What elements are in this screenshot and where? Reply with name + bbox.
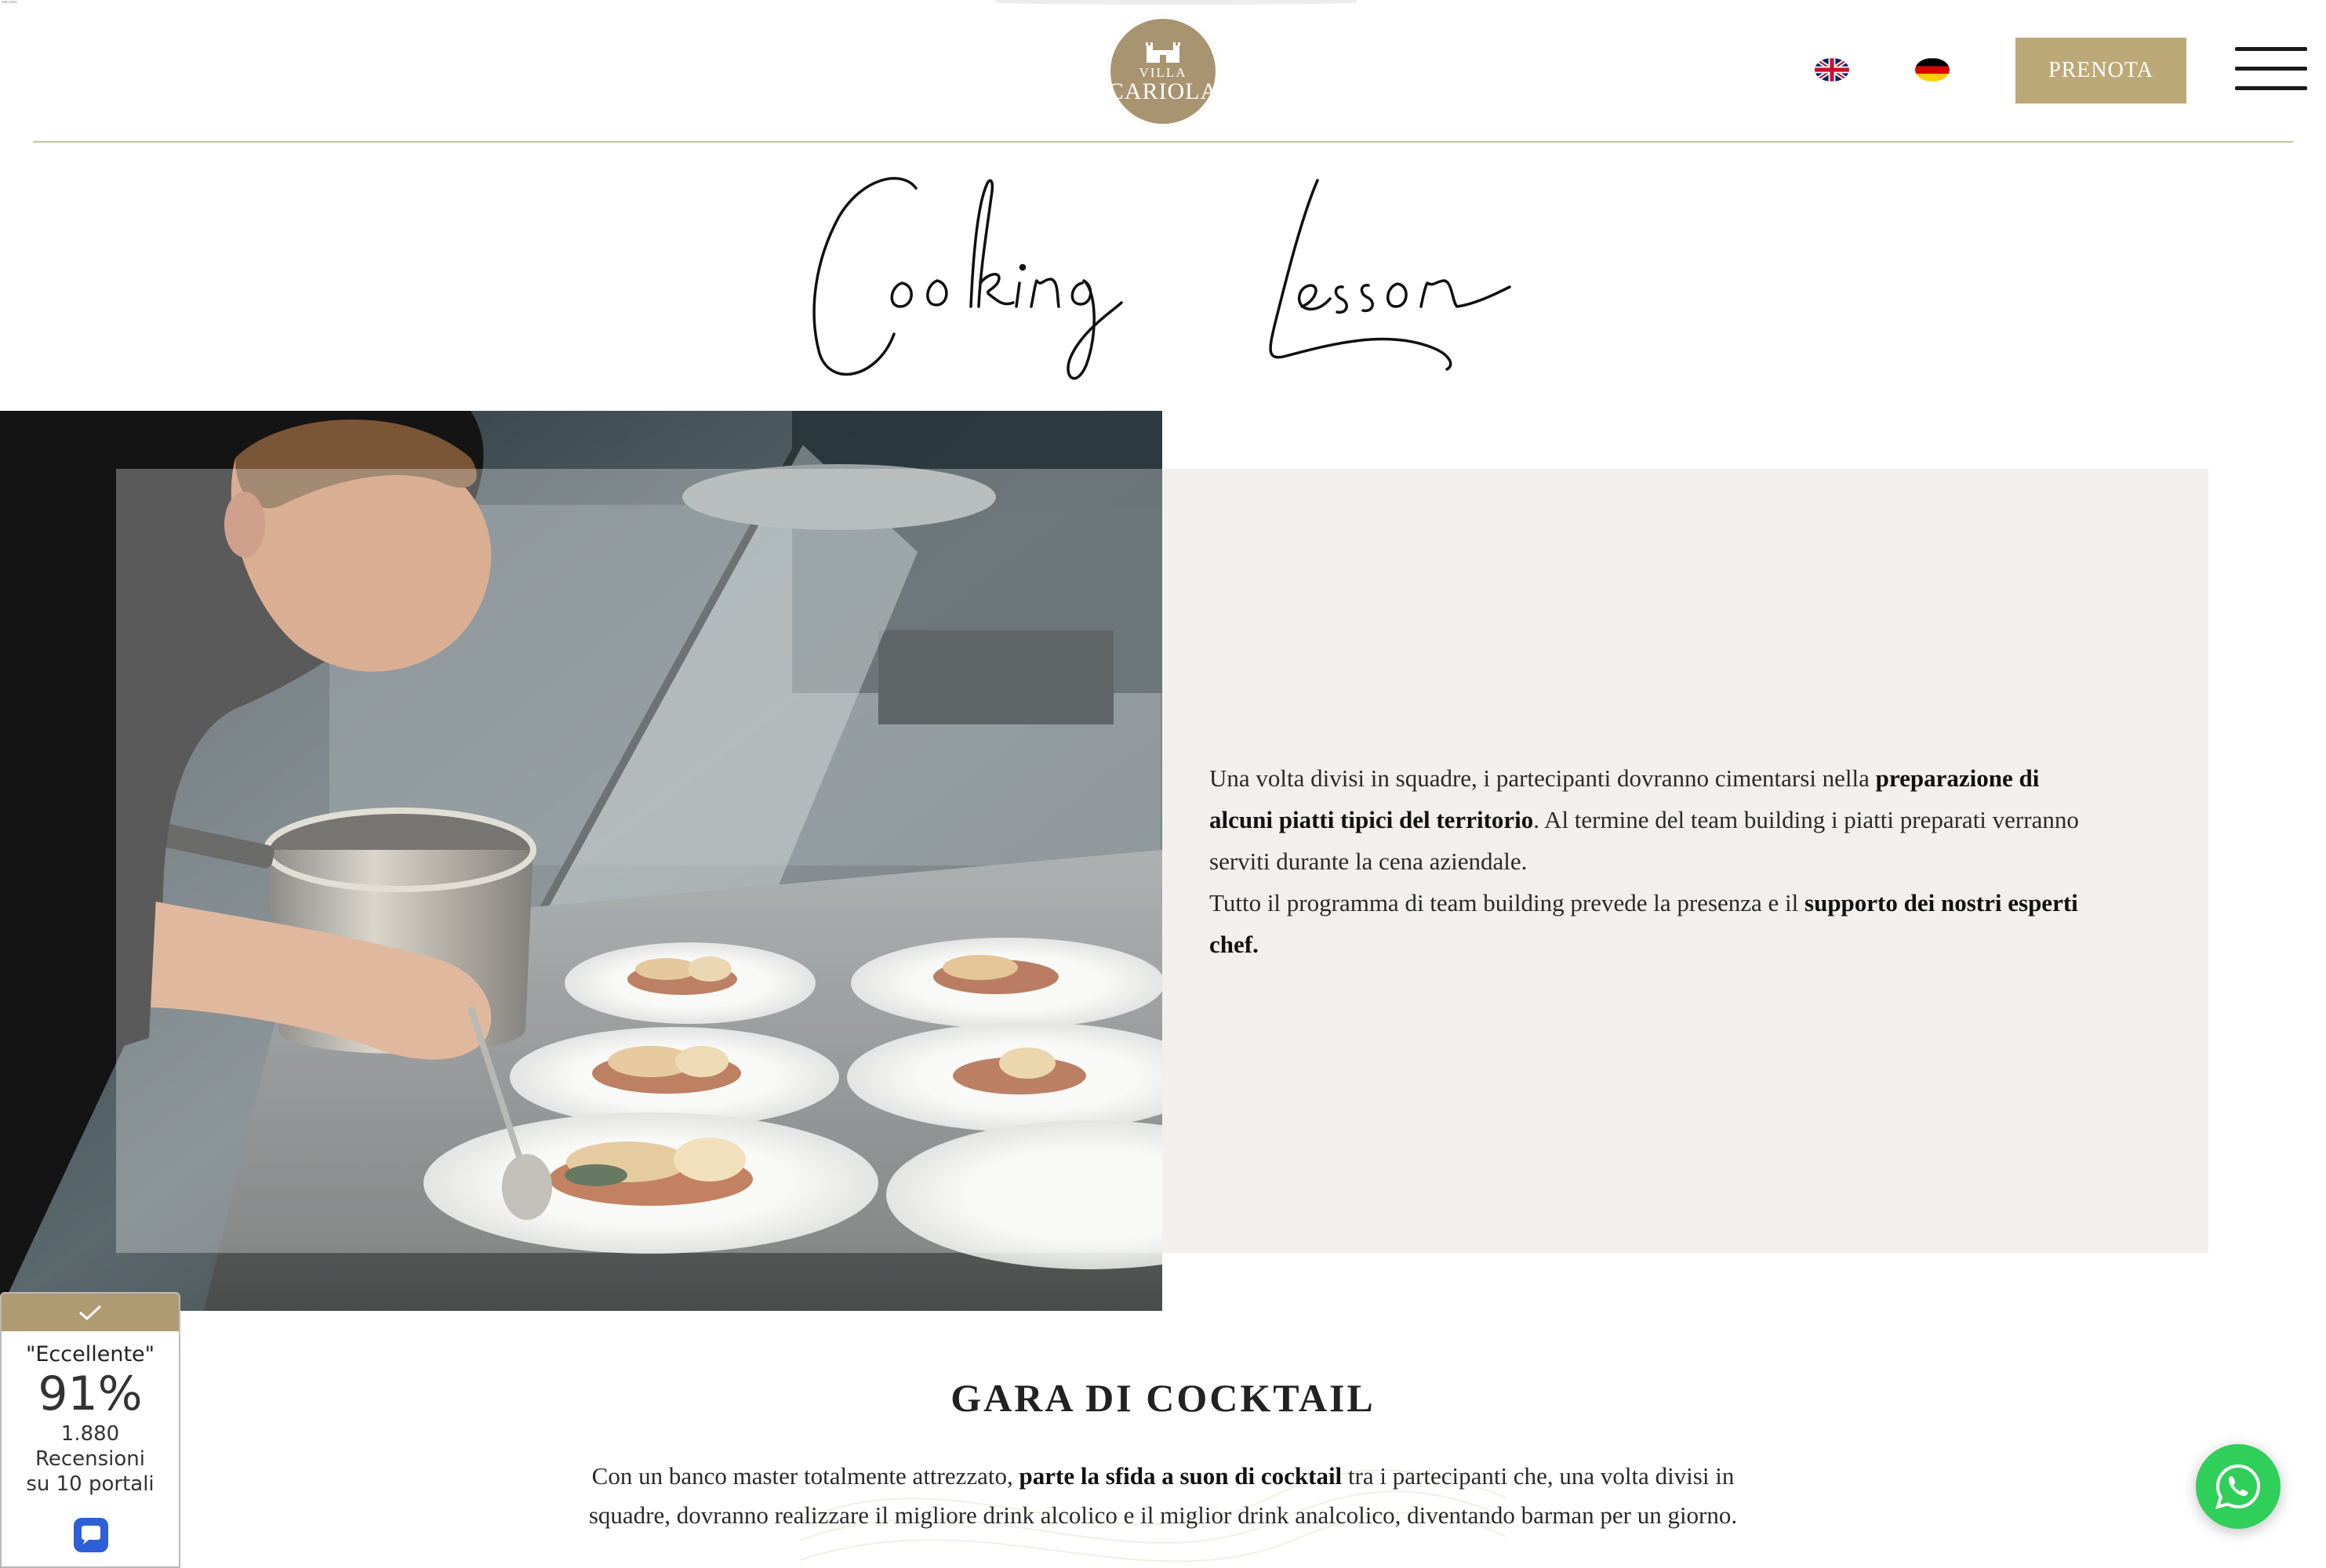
menu-bar (2235, 47, 2307, 51)
villa-cariola-logo[interactable]: VILLA CARIOLA (1107, 16, 1219, 127)
review-badge-widget[interactable]: "Eccellente" 91% 1.880 Recensioni su 10 … (0, 1292, 180, 1568)
review-portals: su 10 portali (26, 1472, 154, 1496)
review-rating-label: "Eccellente" (25, 1342, 155, 1367)
top-fade-decoration (996, 0, 1357, 5)
review-badge-header (2, 1294, 179, 1331)
check-icon (79, 1305, 102, 1321)
prenota-button[interactable]: PRENOTA (2015, 38, 2186, 103)
germany-flag-icon (1915, 58, 1950, 82)
cooking-lesson-info-panel: Una volta divisi in squadre, i partecipa… (1162, 469, 2208, 1253)
uk-flag-icon (1815, 58, 1849, 82)
review-score: 91% (38, 1367, 143, 1421)
cooking-lesson-description: Una volta divisi in squadre, i partecipa… (1209, 757, 2103, 965)
site-header: VILLA CARIOLA PRENOTA (0, 0, 2326, 143)
review-count-label: Recensioni (35, 1447, 146, 1471)
language-en-button[interactable] (1815, 58, 1849, 82)
whatsapp-icon[interactable] (2196, 1444, 2281, 1529)
cocktail-text-part: Con un banco master totalmente attrezzat… (591, 1462, 1019, 1490)
review-chat-icon (74, 1518, 108, 1552)
language-de-button[interactable] (1915, 58, 1950, 82)
page-title-script (812, 176, 1511, 380)
cocktail-text-bold: parte la sfida a suon di cocktail (1019, 1462, 1343, 1490)
header-divider (33, 141, 2293, 143)
logo-text-cariola: CARIOLA (1107, 78, 1219, 104)
info-text-part: Una volta divisi in squadre, i partecipa… (1209, 764, 1876, 792)
menu-bar (2235, 86, 2307, 90)
tower-icon (1146, 42, 1180, 63)
chef-cooking-photo (0, 411, 1162, 1311)
cocktail-section-title: GARA DI COCKTAIL (950, 1376, 1376, 1420)
menu-bar (2235, 67, 2307, 71)
info-text-part: Tutto il programma di team building prev… (1209, 889, 1805, 916)
cocktail-section-description: Con un banco master totalmente attrezzat… (549, 1457, 1777, 1535)
hamburger-menu-icon[interactable] (2235, 47, 2307, 91)
review-count: 1.880 (60, 1422, 120, 1446)
photo-overlay-frame (116, 469, 1162, 1253)
